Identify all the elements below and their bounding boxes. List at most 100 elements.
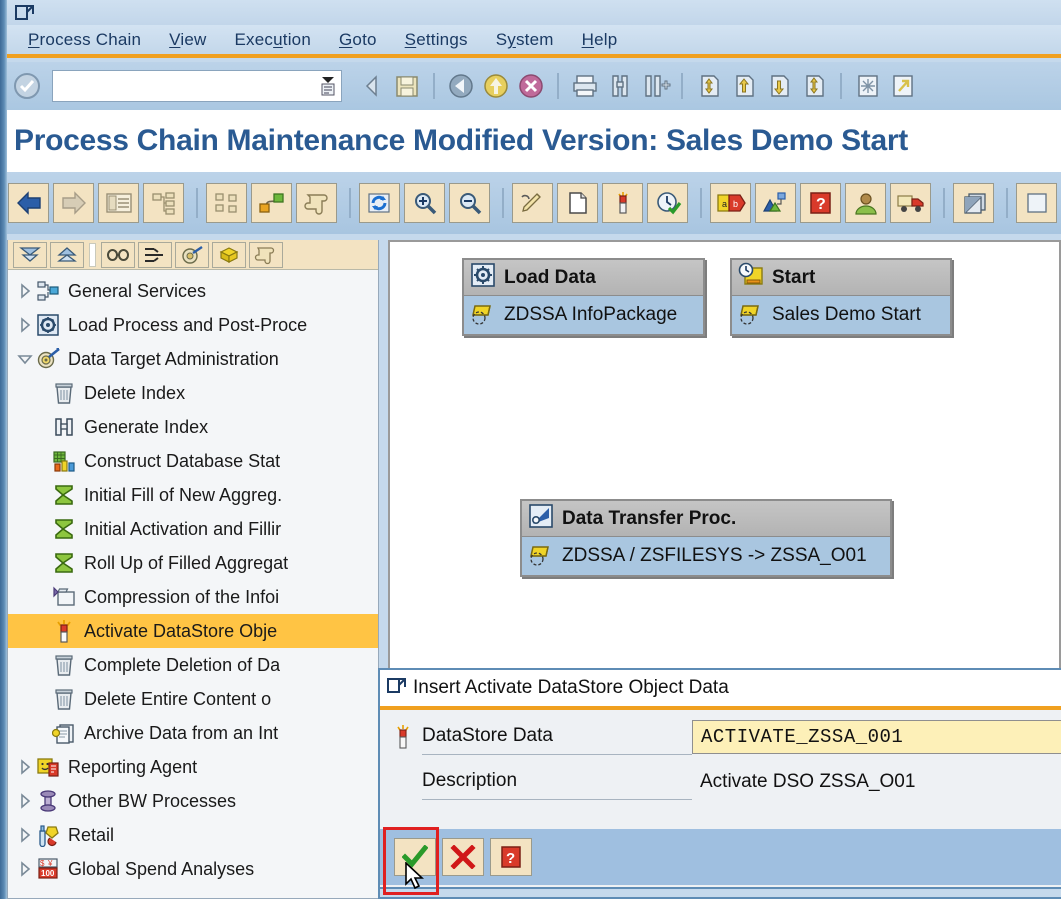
ab-convert-icon[interactable]: a b: [710, 183, 752, 223]
tree-item-delete-entire-content-o[interactable]: Delete Entire Content o: [8, 682, 378, 716]
menu-item-goto[interactable]: Goto: [339, 30, 377, 50]
chevron-down-icon[interactable]: [319, 75, 337, 97]
tree-item-label: Retail: [68, 824, 115, 845]
refresh-icon[interactable]: [359, 183, 401, 223]
save-icon[interactable]: [391, 70, 423, 102]
tree-item-construct-database-stat[interactable]: Construct Database Stat: [8, 444, 378, 478]
find-icon[interactable]: [604, 70, 636, 102]
activate-datastore-icon[interactable]: [602, 183, 644, 223]
chevron-right-icon[interactable]: [14, 824, 36, 846]
tree-item-retail[interactable]: Retail: [8, 818, 378, 852]
command-field[interactable]: [52, 70, 342, 102]
menu-item-execution[interactable]: Execution: [235, 30, 311, 50]
toolbar-separator: [433, 73, 435, 99]
chevron-right-icon[interactable]: [14, 858, 36, 880]
more-icon[interactable]: [1016, 183, 1058, 223]
process-node-variant-row[interactable]: Sales Demo Start: [732, 296, 950, 334]
menu-item-system[interactable]: System: [496, 30, 554, 50]
description-value[interactable]: Activate DSO ZSSA_O01: [692, 765, 915, 799]
zoom-out-icon[interactable]: [449, 183, 491, 223]
process-node[interactable]: Load Data ZDSSA InfoPackage: [462, 258, 705, 336]
command-input[interactable]: [53, 71, 341, 101]
svg-text:b: b: [733, 199, 738, 209]
green-back-icon[interactable]: [445, 70, 477, 102]
print-icon[interactable]: [569, 70, 601, 102]
shortcut-icon[interactable]: [887, 70, 919, 102]
datastore-data-input[interactable]: ACTIVATE_ZSSA_001: [692, 719, 1061, 754]
menu-item-settings[interactable]: Settings: [405, 30, 468, 50]
forward-grey-arrow-icon[interactable]: [53, 183, 95, 223]
tree-item-label: Archive Data from an Int: [84, 722, 279, 743]
tree-item-label: Activate DataStore Obje: [84, 620, 278, 641]
hierarchy-icon[interactable]: [143, 183, 185, 223]
tree-item-global-spend-analyses[interactable]: $ ¥100 Global Spend Analyses: [8, 852, 378, 886]
process-node[interactable]: Data Transfer Proc. ZDSSA / ZSFILESYS -> …: [520, 499, 892, 577]
edit-pencil-icon[interactable]: [512, 183, 554, 223]
tree-item-data-target-administration[interactable]: Data Target Administration: [8, 342, 378, 376]
script-log-icon[interactable]: [249, 241, 283, 268]
tree-item-roll-up-of-filled-aggregat[interactable]: Roll Up of Filled Aggregat: [8, 546, 378, 580]
transport-truck-icon[interactable]: [890, 183, 932, 223]
tree-item-generate-index[interactable]: Generate Index: [8, 410, 378, 444]
tree-item-label: Compression of the Infoi: [84, 586, 280, 607]
chevron-right-icon[interactable]: [14, 314, 36, 336]
list-view-icon[interactable]: [98, 183, 140, 223]
tree-item-archive-data-from-an-int[interactable]: Archive Data from an Int: [8, 716, 378, 750]
ok-check-icon[interactable]: [12, 71, 42, 101]
process-node-variant-row[interactable]: ZDSSA InfoPackage: [464, 296, 703, 334]
connect-nodes-icon[interactable]: [251, 183, 293, 223]
find-next-icon[interactable]: [639, 70, 671, 102]
back-arrow-icon[interactable]: [356, 70, 388, 102]
global-spend-icon: $ ¥100: [36, 857, 60, 881]
network-layout-icon[interactable]: [206, 183, 248, 223]
first-page-icon[interactable]: [693, 70, 725, 102]
tree-item-compression-of-the-infoi[interactable]: Compression of the Infoi: [8, 580, 378, 614]
field-row-datastore-data: DataStore Data ACTIVATE_ZSSA_001: [380, 714, 1061, 759]
tree-item-load-process-and-post-proce[interactable]: Load Process and Post-Proce: [8, 308, 378, 342]
chevron-right-icon[interactable]: [14, 756, 36, 778]
chevron-right-icon[interactable]: [14, 280, 36, 302]
process-flow-icon[interactable]: [138, 241, 172, 268]
tree-item-activate-datastore-obje[interactable]: Activate DataStore Obje: [8, 614, 378, 648]
activate-datastore-icon: [390, 724, 416, 750]
cancel-x-icon[interactable]: [515, 70, 547, 102]
next-page-icon[interactable]: [763, 70, 795, 102]
chevron-right-icon[interactable]: [14, 790, 36, 812]
help-button[interactable]: ?: [490, 838, 532, 876]
tree-item-complete-deletion-of-da[interactable]: Complete Deletion of Da: [8, 648, 378, 682]
tree-toolbar: [8, 240, 378, 270]
svg-text:¥: ¥: [47, 859, 53, 868]
help-question-icon[interactable]: ?: [800, 183, 842, 223]
tree-item-initial-activation-and-fillir[interactable]: Initial Activation and Fillir: [8, 512, 378, 546]
back-blue-arrow-icon[interactable]: [8, 183, 50, 223]
link-icon[interactable]: [101, 241, 135, 268]
tree-item-other-bw-processes[interactable]: Other BW Processes: [8, 784, 378, 818]
schedule-clock-icon[interactable]: [647, 183, 689, 223]
zoom-in-icon[interactable]: [404, 183, 446, 223]
menu-item-help[interactable]: Help: [582, 30, 618, 50]
chevron-down-icon[interactable]: [14, 348, 36, 370]
cancel-button[interactable]: [442, 838, 484, 876]
process-node[interactable]: Start Sales Demo Start: [730, 258, 952, 336]
tree-item-delete-index[interactable]: Delete Index: [8, 376, 378, 410]
data-target-icon[interactable]: [175, 241, 209, 268]
exit-up-icon[interactable]: [480, 70, 512, 102]
new-window-icon[interactable]: [852, 70, 884, 102]
collapse-all-icon[interactable]: [50, 241, 84, 268]
chart-assign-icon[interactable]: [755, 183, 797, 223]
process-node-header: Start: [732, 260, 950, 296]
display-change-icon[interactable]: [953, 183, 995, 223]
menu-item-process-chain[interactable]: Process Chain: [28, 30, 141, 50]
tree-item-general-services[interactable]: General Services: [8, 274, 378, 308]
tree-item-initial-fill-of-new-aggreg[interactable]: Initial Fill of New Aggreg.: [8, 478, 378, 512]
menu-item-view[interactable]: View: [169, 30, 206, 50]
new-document-icon[interactable]: [557, 183, 599, 223]
process-node-variant-row[interactable]: ZDSSA / ZSFILESYS -> ZSSA_O01: [522, 537, 890, 575]
expand-all-icon[interactable]: [13, 241, 47, 268]
log-script-icon[interactable]: [296, 183, 338, 223]
previous-page-icon[interactable]: [728, 70, 760, 102]
user-icon[interactable]: [845, 183, 887, 223]
last-page-icon[interactable]: [798, 70, 830, 102]
cube-icon[interactable]: [212, 241, 246, 268]
tree-item-reporting-agent[interactable]: Reporting Agent: [8, 750, 378, 784]
